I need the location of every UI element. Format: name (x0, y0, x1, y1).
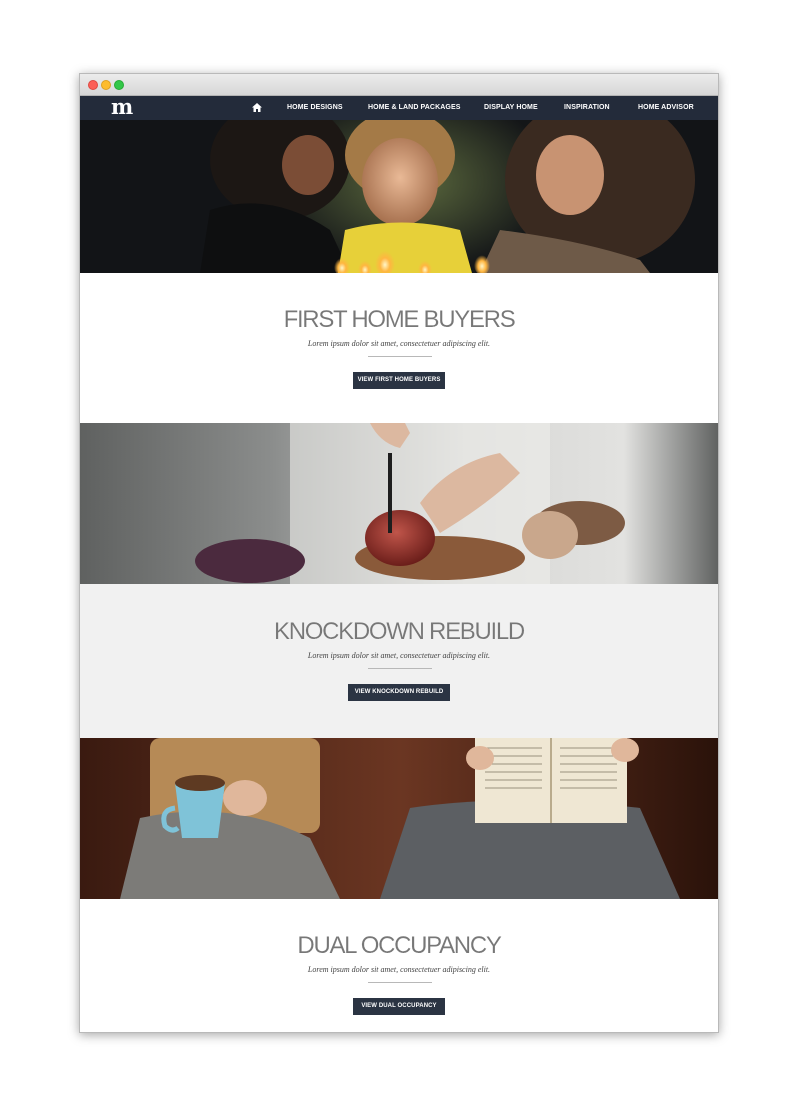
section-subtitle: Lorem ipsum dolor sit amet, consectetuer… (307, 651, 491, 660)
section-divider (368, 356, 432, 357)
section-knockdown-rebuild: KNOCKDOWN REBUILD Lorem ipsum dolor sit … (80, 584, 718, 738)
main-navbar: m HOME DESIGNS HOME & LAND PACKAGES DISP… (80, 95, 718, 120)
minimize-window-button[interactable] (101, 80, 111, 90)
view-knockdown-rebuild-button[interactable]: VIEW KNOCKDOWN REBUILD (348, 684, 450, 701)
browser-window: m HOME DESIGNS HOME & LAND PACKAGES DISP… (79, 73, 719, 1033)
window-titlebar (80, 74, 718, 96)
view-first-home-buyers-button[interactable]: VIEW FIRST HOME BUYERS (353, 372, 445, 389)
hero-image-cutting-onion (80, 423, 718, 584)
home-icon[interactable] (252, 103, 262, 112)
hero-image-couple-reading (80, 738, 718, 899)
nav-item-home-designs[interactable]: HOME DESIGNS (287, 96, 343, 120)
view-dual-occupancy-button[interactable]: VIEW DUAL OCCUPANCY (353, 998, 445, 1015)
nav-item-display-home[interactable]: DISPLAY HOME (484, 96, 538, 120)
hero-image-family-birthday (80, 120, 718, 273)
section-title: KNOCKDOWN REBUILD (274, 618, 525, 645)
section-title: DUAL OCCUPANCY (297, 932, 502, 959)
maximize-window-button[interactable] (114, 80, 124, 90)
section-divider (368, 982, 432, 983)
nav-item-home-advisor[interactable]: HOME ADVISOR (638, 96, 694, 120)
section-subtitle: Lorem ipsum dolor sit amet, consectetuer… (307, 965, 491, 974)
section-title: FIRST HOME BUYERS (283, 306, 516, 333)
close-window-button[interactable] (88, 80, 98, 90)
section-divider (368, 668, 432, 669)
section-dual-occupancy: DUAL OCCUPANCY Lorem ipsum dolor sit ame… (80, 899, 718, 1032)
nav-item-inspiration[interactable]: INSPIRATION (564, 96, 610, 120)
nav-item-home-land-packages[interactable]: HOME & LAND PACKAGES (368, 96, 460, 120)
section-subtitle: Lorem ipsum dolor sit amet, consectetuer… (307, 339, 491, 348)
section-first-home-buyers: FIRST HOME BUYERS Lorem ipsum dolor sit … (80, 273, 718, 423)
brand-logo[interactable]: m (111, 95, 133, 119)
